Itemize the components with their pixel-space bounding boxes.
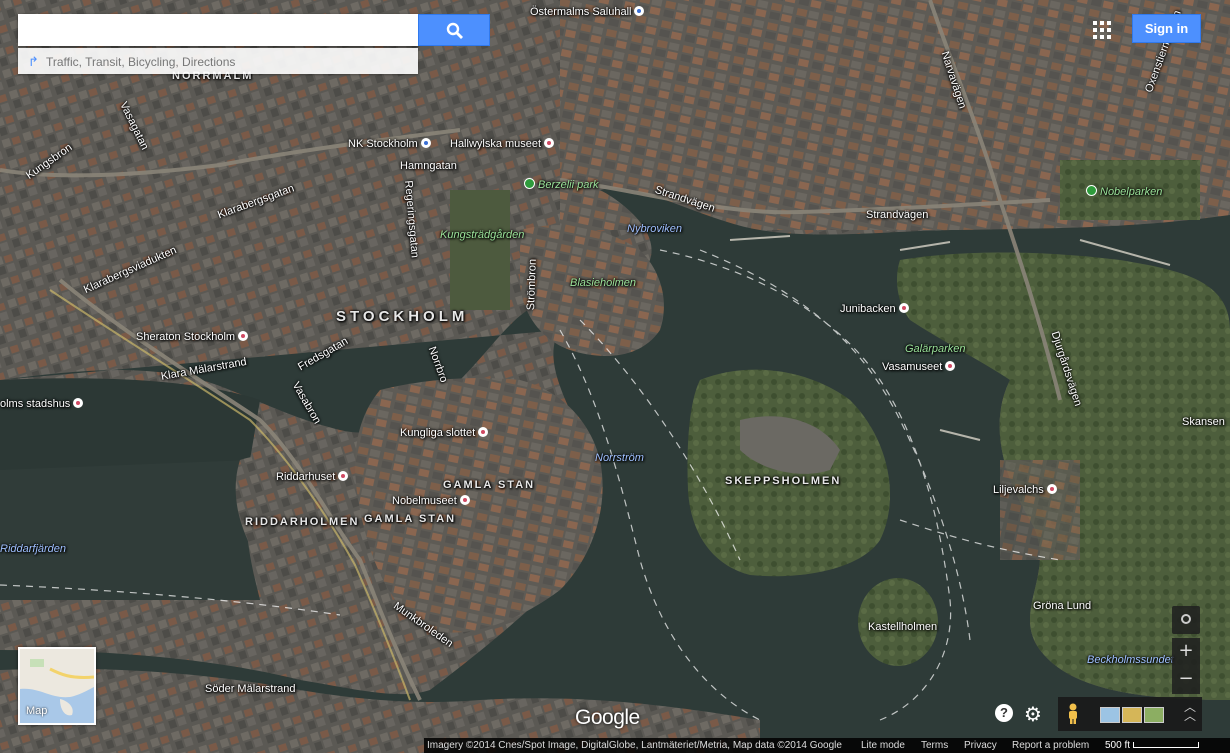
park-berzelii-park[interactable]: Berzelii park <box>524 178 599 192</box>
park-blasieholmen[interactable]: Blasieholmen <box>570 277 636 290</box>
gear-icon[interactable]: ⚙ <box>1024 702 1042 726</box>
poi-icon <box>478 427 489 437</box>
water-norrstrom: Norrström <box>595 452 644 464</box>
park-kungstradgarden[interactable]: Kungsträdgården <box>440 229 524 242</box>
zoom-out-button[interactable]: − <box>1172 666 1200 694</box>
water-nybroviken: Nybroviken <box>627 223 683 235</box>
poi-icon <box>634 6 645 16</box>
poi-icon <box>459 495 470 505</box>
place-liljevalchs[interactable]: Liljevalchs <box>993 484 1057 497</box>
poi-icon <box>1046 484 1057 494</box>
place-nk-stockholm[interactable]: NK Stockholm <box>348 138 431 151</box>
place-junibacken[interactable]: Junibacken <box>840 303 909 316</box>
place-skansen[interactable]: Skansen <box>1182 416 1225 429</box>
place-kastellholmen[interactable]: Kastellholmen <box>868 621 937 634</box>
poi-icon <box>544 138 555 148</box>
scale-label: 500 ft <box>1105 740 1131 751</box>
place-sheraton-stockholm[interactable]: Sheraton Stockholm <box>136 331 249 344</box>
park-icon <box>524 178 535 189</box>
imagery-thumb-3[interactable] <box>1144 707 1164 723</box>
poi-icon <box>238 331 249 341</box>
place-vasamuseet[interactable]: Vasamuseet <box>882 361 956 374</box>
chevron-up-icon[interactable]: ︿ ︿ <box>1184 701 1196 722</box>
directions-icon: ↱ <box>28 54 39 69</box>
place-hallwylska-museet[interactable]: Hallwylska museet <box>450 138 555 151</box>
park-galarparken[interactable]: Galärparken <box>905 343 966 356</box>
street-hamngatan: Hamngatan <box>400 160 457 172</box>
place-nobelmuseet[interactable]: Nobelmuseet <box>392 495 470 508</box>
poi-icon <box>338 471 349 481</box>
lite-mode-link[interactable]: Lite mode <box>861 738 905 753</box>
city-label-stockholm: STOCKHOLM <box>336 308 469 325</box>
attribution-bar: Imagery ©2014 Cnes/Spot Image, DigitalGl… <box>424 738 1230 753</box>
help-icon[interactable]: ? <box>995 704 1013 722</box>
district-skeppsholmen: SKEPPSHOLMEN <box>725 475 842 487</box>
apps-grid-icon[interactable] <box>1093 21 1111 39</box>
place-kungliga-slottet[interactable]: Kungliga slottet <box>400 427 489 440</box>
street-strandvagen-2: Strandvägen <box>866 209 929 221</box>
place-stadshus[interactable]: olms stadshus <box>0 398 84 411</box>
terms-link[interactable]: Terms <box>921 738 948 753</box>
my-location-icon <box>1181 614 1191 624</box>
district-gamla-stan-1: GAMLA STAN <box>443 479 536 491</box>
search-input[interactable] <box>18 14 418 46</box>
district-riddarholmen: RIDDARHOLMEN <box>245 516 360 528</box>
place-grona-lund[interactable]: Gröna Lund <box>1033 600 1091 613</box>
imagery-thumb-2[interactable] <box>1122 707 1142 723</box>
place-ostermalms-saluhall[interactable]: Östermalms Saluhall <box>530 6 645 19</box>
google-logo: Google <box>575 706 640 729</box>
report-problem-link[interactable]: Report a problem <box>1012 738 1089 753</box>
imagery-attribution: Imagery ©2014 Cnes/Spot Image, DigitalGl… <box>427 740 842 751</box>
park-nobelparken[interactable]: Nobelparken <box>1086 185 1162 199</box>
pegman-icon[interactable] <box>1066 703 1080 725</box>
place-riddarhuset[interactable]: Riddarhuset <box>276 471 349 484</box>
directions-suggestion[interactable]: ↱ Traffic, Transit, Bicycling, Directions <box>18 48 418 74</box>
search-button[interactable] <box>418 14 490 46</box>
street-soder-malarstrand: Söder Mälarstrand <box>205 683 296 695</box>
street-strombron: Strömbron <box>525 258 539 311</box>
privacy-link[interactable]: Privacy <box>964 738 997 753</box>
district-gamla-stan-2: GAMLA STAN <box>364 513 457 525</box>
water-beckholmssundet: Beckholmssundet <box>1087 654 1174 666</box>
suggestion-text: Traffic, Transit, Bicycling, Directions <box>46 55 236 69</box>
minimap-label: Map <box>26 705 48 717</box>
imagery-thumb-1[interactable] <box>1100 707 1120 723</box>
zoom-in-button[interactable]: + <box>1172 638 1200 666</box>
map-type-toggle[interactable]: Map <box>18 647 96 725</box>
water-riddarfjarden: Riddarfjärden <box>0 543 67 555</box>
sign-in-button[interactable]: Sign in <box>1132 14 1201 43</box>
search-box[interactable] <box>18 14 418 46</box>
park-icon <box>1086 185 1097 196</box>
poi-icon <box>945 361 956 371</box>
imagery-bar: ︿ ︿ <box>1058 697 1202 731</box>
poi-icon <box>898 303 909 313</box>
search-icon <box>446 22 463 39</box>
poi-icon <box>420 138 431 148</box>
my-location-button[interactable] <box>1172 606 1200 634</box>
poi-icon <box>73 398 84 408</box>
scale-bar <box>1133 742 1199 748</box>
